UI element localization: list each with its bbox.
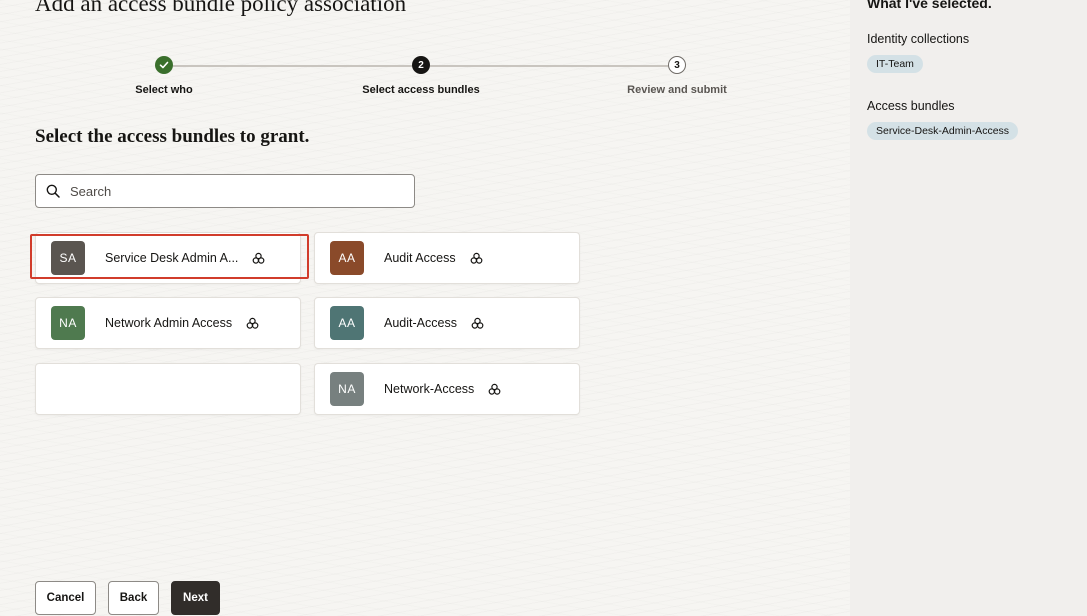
bundle-icon <box>246 317 259 329</box>
next-button[interactable]: Next <box>171 581 220 615</box>
bundle-card-audit-access[interactable]: AA Audit Access <box>314 232 580 284</box>
step-number: 3 <box>668 56 686 74</box>
access-bundles-label: Access bundles <box>867 99 955 113</box>
bundle-name: Network Admin Access <box>105 316 233 330</box>
bundle-name: Service Desk Admin A... <box>105 251 239 265</box>
selection-summary-panel: What I've selected. Identity collections… <box>850 0 1087 616</box>
avatar: NA <box>330 372 364 406</box>
empty-card-slot <box>35 363 301 415</box>
identity-chip: IT-Team <box>867 55 923 73</box>
bundle-name: Audit-Access <box>384 316 457 330</box>
bundle-icon <box>471 317 484 329</box>
step-label: Select access bundles <box>362 84 480 96</box>
search-icon <box>46 184 60 198</box>
identity-collections-label: Identity collections <box>867 32 970 46</box>
avatar: AA <box>330 306 364 340</box>
bundle-icon <box>488 383 501 395</box>
step-number: 2 <box>412 56 430 74</box>
bundle-card-service-desk-admin[interactable]: SA Service Desk Admin A... <box>35 232 301 284</box>
step-select-access-bundles[interactable]: 2 Select access bundles <box>321 56 521 96</box>
progress-stepper: Select who 2 Select access bundles 3 Rev… <box>0 52 850 102</box>
step-label: Select who <box>135 84 193 96</box>
back-button[interactable]: Back <box>108 581 159 615</box>
bundle-card-network-access[interactable]: NA Network-Access <box>314 363 580 415</box>
summary-title: What I've selected. <box>867 0 992 11</box>
avatar: AA <box>330 241 364 275</box>
step-label: Review and submit <box>627 84 727 96</box>
bundle-card-network-admin-access[interactable]: NA Network Admin Access <box>35 297 301 349</box>
cancel-button[interactable]: Cancel <box>35 581 96 615</box>
avatar: NA <box>51 306 85 340</box>
search-box[interactable] <box>35 174 415 208</box>
page-title: Add an access bundle policy association <box>35 0 407 16</box>
bundle-card-audit-access-2[interactable]: AA Audit-Access <box>314 297 580 349</box>
step-select-who[interactable]: Select who <box>64 56 264 96</box>
step-review-and-submit[interactable]: 3 Review and submit <box>577 56 777 96</box>
search-input[interactable] <box>70 183 390 199</box>
bundle-icon <box>252 252 265 264</box>
bundle-icon <box>470 252 482 264</box>
bundle-name: Network-Access <box>384 382 475 396</box>
bundle-name: Audit Access <box>384 251 456 265</box>
avatar: SA <box>51 241 85 275</box>
section-title: Select the access bundles to grant. <box>35 126 310 147</box>
bundle-chip: Service-Desk-Admin-Access <box>867 122 1019 140</box>
check-icon <box>155 56 173 74</box>
